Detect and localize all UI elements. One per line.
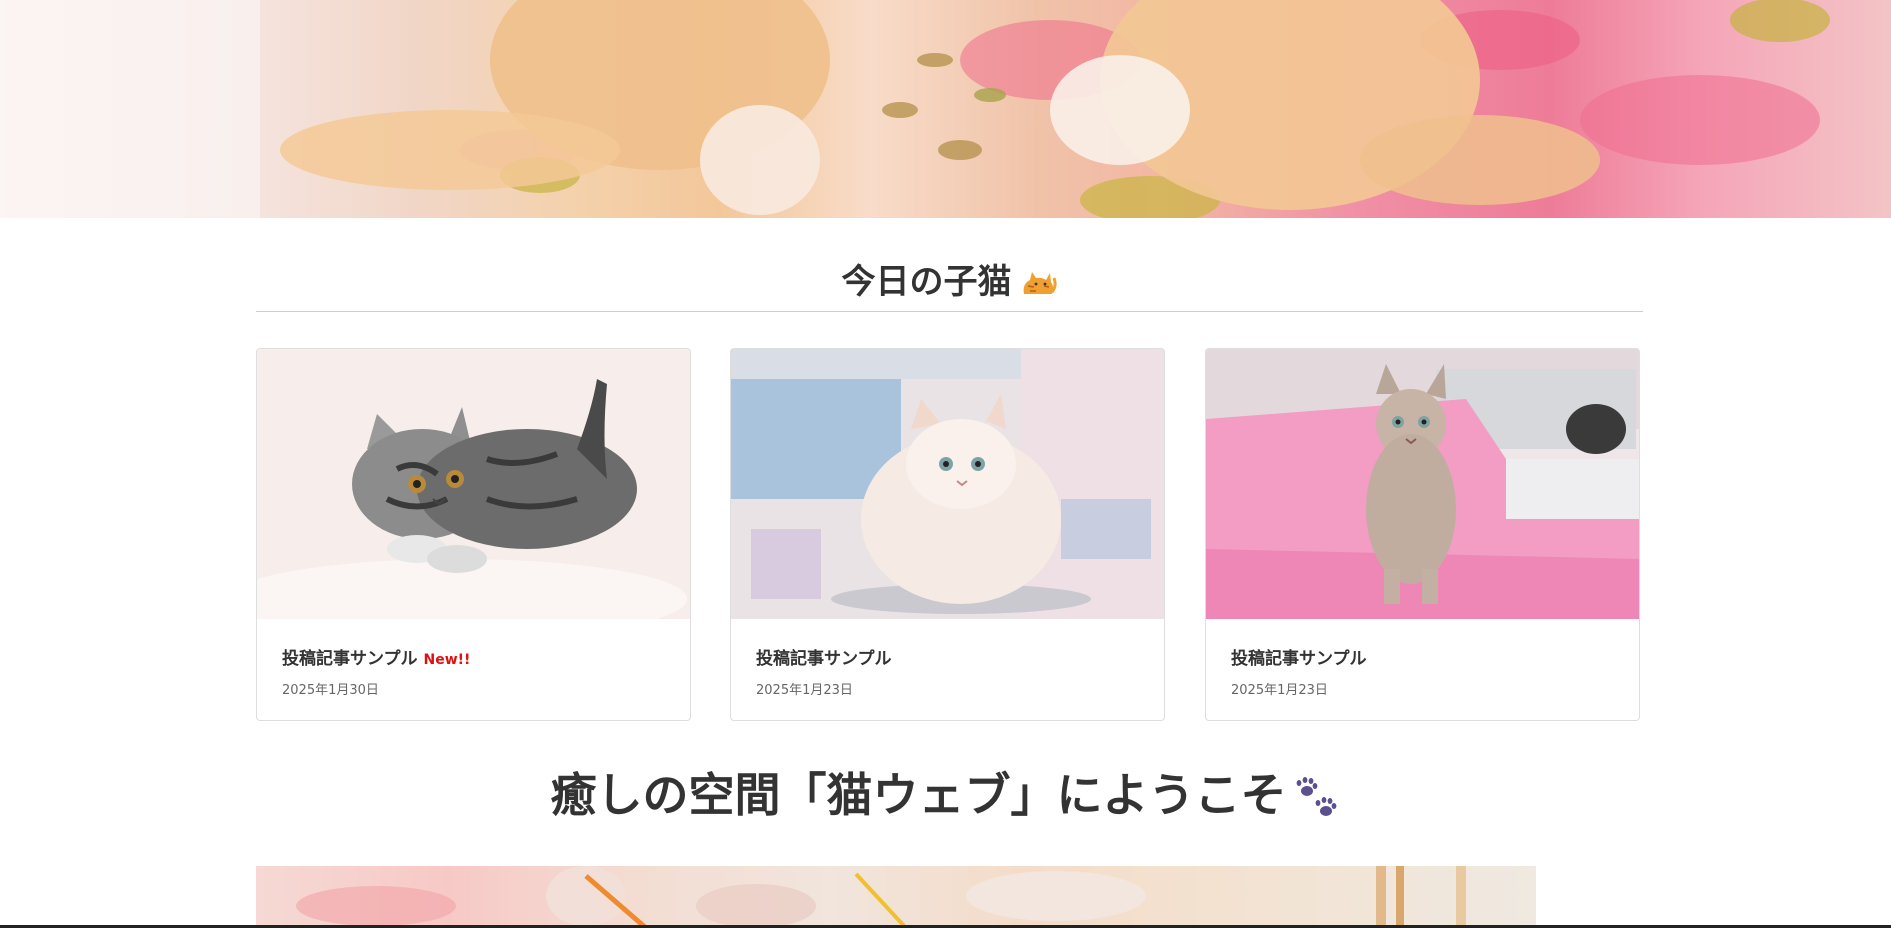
post-title[interactable]: 投稿記事サンプル New!! [282, 644, 470, 669]
post-title[interactable]: 投稿記事サンプル [1231, 644, 1367, 669]
post-title-text[interactable]: 投稿記事サンプル [756, 649, 892, 669]
post-title-text[interactable]: 投稿記事サンプル [282, 649, 418, 669]
post-title-text[interactable]: 投稿記事サンプル [1231, 649, 1367, 669]
post-date: 2025年1月30日 [282, 683, 379, 698]
white-persian-cat-image [731, 349, 1164, 619]
welcome-banner-image [256, 866, 1536, 928]
section-divider [256, 311, 1643, 312]
paw-prints-icon [1296, 776, 1336, 816]
silver-tabby-kitten-image [257, 349, 690, 619]
post-date: 2025年1月23日 [756, 683, 853, 698]
post-thumbnail[interactable] [1206, 349, 1639, 619]
welcome-banner-illustration [296, 866, 1466, 928]
post-date: 2025年1月23日 [1231, 683, 1328, 698]
welcome-heading: 癒しの空間「猫ウェブ」にようこそ [0, 762, 1891, 828]
new-badge: New!! [423, 652, 471, 668]
section-title-text: 今日の子猫 [841, 262, 1012, 302]
section-title: 今日の子猫 [256, 254, 1643, 310]
hero-kittens-illustration [0, 0, 1830, 218]
cat-emoji-icon [1023, 271, 1057, 294]
post-thumbnail[interactable] [257, 349, 690, 619]
post-title[interactable]: 投稿記事サンプル [756, 644, 892, 669]
post-thumbnail[interactable] [731, 349, 1164, 619]
welcome-heading-text: 癒しの空間「猫ウェブ」にようこそ [550, 768, 1287, 822]
singapura-cat-image [1206, 349, 1639, 619]
hero-image [0, 0, 1891, 218]
post-card[interactable]: 投稿記事サンプル New!! 2025年1月30日 [256, 348, 691, 721]
post-card[interactable]: 投稿記事サンプル 2025年1月23日 [1205, 348, 1640, 721]
post-card[interactable]: 投稿記事サンプル 2025年1月23日 [730, 348, 1165, 721]
